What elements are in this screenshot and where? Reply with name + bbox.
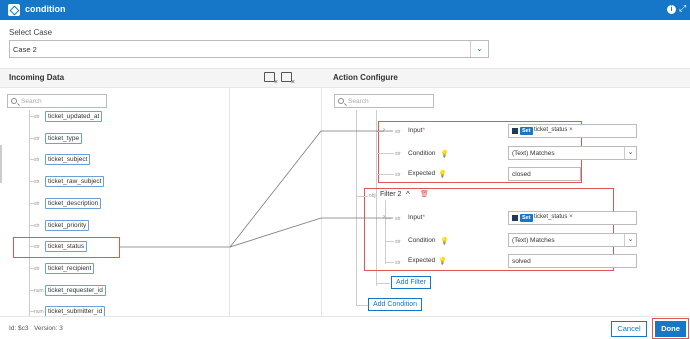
tree-branch: [376, 283, 390, 284]
filter2-condition-select[interactable]: (Text) Matches ⌄: [508, 233, 637, 247]
action-configure-heading: Action Configure: [333, 73, 398, 82]
mapping-line: [120, 130, 393, 248]
app-badge-icon: [512, 128, 518, 134]
select-case-value: Case 2: [13, 45, 37, 54]
type-label: str: [395, 260, 401, 266]
incoming-field-ticket-subject[interactable]: ticket_subject: [45, 154, 91, 165]
type-label: str: [395, 216, 401, 222]
filter2-condition-label: Condition: [408, 237, 436, 244]
filter2-title: Filter 2: [380, 191, 402, 198]
field-type-label: str: [34, 266, 40, 272]
tree-branch: [385, 262, 394, 263]
field-type-label: str: [34, 157, 40, 163]
field-type-label: str: [34, 136, 40, 142]
chevron-down-icon[interactable]: ⌄: [624, 147, 636, 159]
select-case-dropdown[interactable]: Case 2 ⌄: [9, 40, 489, 58]
expand-arrow-icon[interactable]: ›: [383, 127, 385, 133]
cancel-button[interactable]: Cancel: [611, 321, 647, 337]
filter2-input-field[interactable]: Set ticket_status ×: [508, 211, 637, 225]
tree-line: [356, 110, 357, 306]
chevron-down-icon[interactable]: ⌄: [624, 234, 636, 246]
search-icon: [11, 98, 17, 104]
add-condition-button[interactable]: Add Condition: [368, 298, 422, 311]
footer-id-version: Id: $c3 Version: 3: [9, 325, 63, 332]
expected-value: solved: [512, 258, 531, 265]
done-button[interactable]: Done: [655, 321, 686, 337]
search-placeholder: Search: [21, 98, 42, 105]
scrollbar[interactable]: [0, 145, 2, 183]
field-type-label: str: [34, 201, 40, 207]
filter1-input-field[interactable]: Set ticket_status ×: [508, 124, 637, 138]
filter1-condition-select[interactable]: (Text) Matches ⌄: [508, 146, 637, 160]
incoming-field-ticket-requester-id[interactable]: ticket_requester_id: [45, 285, 106, 296]
tree-branch: [376, 153, 394, 154]
tree-branch: [385, 218, 391, 219]
select-case-label: Select Case: [9, 28, 53, 37]
filter2-expected-input[interactable]: solved: [508, 254, 637, 268]
search-placeholder: Search: [348, 98, 369, 105]
info-icon[interactable]: i: [667, 5, 676, 14]
collapse-icon[interactable]: ^: [406, 190, 410, 199]
filter1-condition-label: Condition: [408, 150, 436, 157]
lightbulb-icon[interactable]: 💡: [438, 257, 447, 265]
input-tag-name: ticket_status: [534, 214, 568, 220]
type-label: str: [395, 129, 401, 135]
highlight-ticket-status: [13, 237, 120, 258]
field-type-label: num: [34, 288, 44, 294]
remove-tag-icon[interactable]: ×: [569, 213, 573, 220]
incoming-field-ticket-raw-subject[interactable]: ticket_raw_subject: [45, 176, 105, 187]
lightbulb-icon[interactable]: 💡: [440, 150, 449, 158]
add-filter-button[interactable]: Add Filter: [391, 276, 431, 289]
clear-mapping-icon[interactable]: [281, 72, 295, 86]
action-search-input[interactable]: Search: [334, 94, 434, 108]
filter1-input-label: Input*: [408, 127, 425, 134]
set-badge: Set: [520, 214, 533, 222]
search-icon: [338, 98, 344, 104]
filter2-input-label: Input*: [408, 214, 425, 221]
column-divider: [229, 88, 230, 316]
chevron-down-icon[interactable]: ⌄: [470, 41, 488, 57]
tree-branch: [356, 305, 368, 306]
condition-value: (Text) Matches: [512, 237, 555, 244]
field-type-label: num: [34, 309, 44, 315]
remove-tag-icon[interactable]: ×: [569, 126, 573, 133]
type-label: str: [395, 172, 401, 178]
filter2-expected-label: Expected: [408, 257, 436, 264]
incoming-field-ticket-priority[interactable]: ticket_priority: [45, 220, 90, 231]
field-type-label: str: [34, 179, 40, 185]
app-logo-icon: [8, 4, 20, 16]
filter1-expected-label: Expected: [408, 170, 436, 177]
lightbulb-icon[interactable]: 💡: [438, 170, 447, 178]
condition-value: (Text) Matches: [512, 150, 555, 157]
type-label: obj: [369, 193, 376, 199]
input-tag-name: ticket_status: [534, 127, 568, 133]
filter1-expected-input[interactable]: closed: [508, 167, 581, 181]
incoming-search-input[interactable]: Search: [7, 94, 107, 108]
type-label: str: [395, 151, 401, 157]
tree-branch: [356, 196, 368, 197]
set-badge: Set: [520, 127, 533, 135]
tree-branch: [376, 174, 394, 175]
tree-branch: [385, 241, 394, 242]
field-type-label: str: [34, 114, 40, 120]
expand-arrow-icon[interactable]: ›: [383, 214, 385, 220]
field-type-label: str: [34, 223, 40, 229]
tree-line: [29, 110, 30, 316]
incoming-field-ticket-recipient[interactable]: ticket_recipient: [45, 263, 95, 274]
app-badge-icon: [512, 215, 518, 221]
expected-value: closed: [512, 171, 531, 178]
incoming-field-ticket-type[interactable]: ticket_type: [45, 133, 83, 144]
column-divider: [321, 88, 322, 316]
footer-divider: [0, 316, 690, 317]
lightbulb-icon[interactable]: 💡: [440, 237, 449, 245]
window-title: condition: [25, 4, 66, 14]
expand-icon[interactable]: ⤢: [679, 3, 686, 14]
incoming-data-heading: Incoming Data: [9, 73, 65, 82]
incoming-field-ticket-description[interactable]: ticket_description: [45, 198, 102, 209]
incoming-field-ticket-updated-at[interactable]: ticket_updated_at: [45, 111, 103, 122]
type-label: str: [395, 239, 401, 245]
delete-icon[interactable]: 🗑: [420, 190, 429, 198]
title-bar: condition i ⤢: [0, 0, 690, 20]
map-fields-icon[interactable]: [264, 72, 278, 86]
